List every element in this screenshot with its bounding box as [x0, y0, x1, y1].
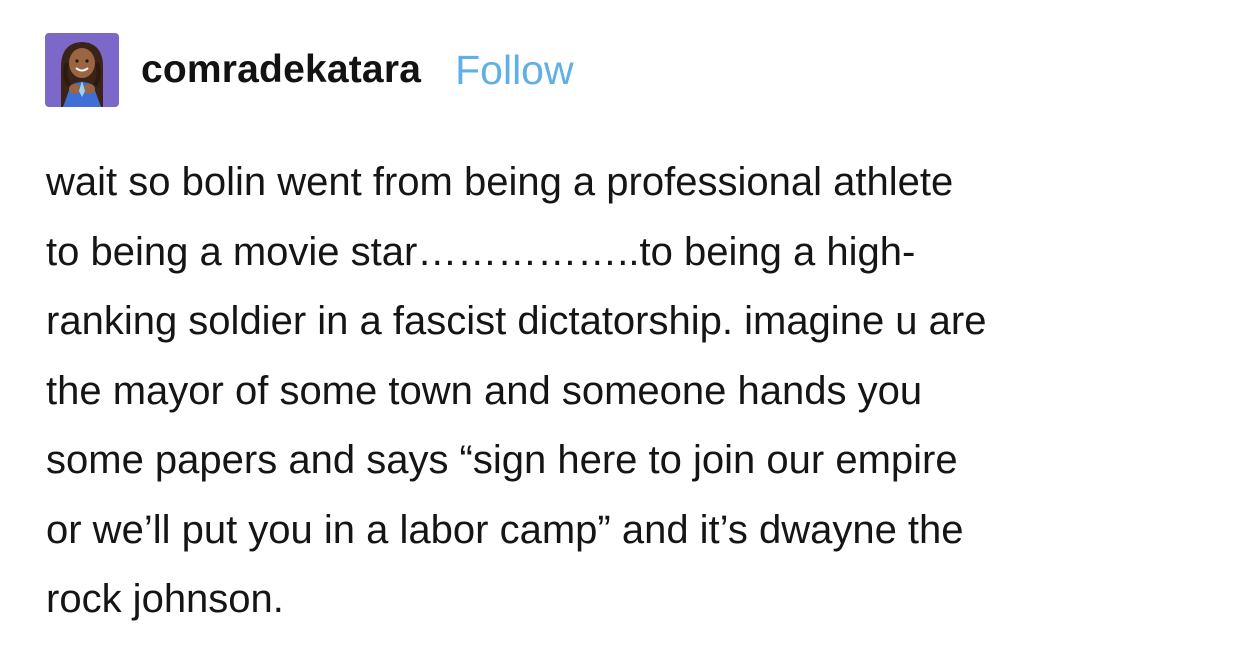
- post-text-line: or we’ll put you in a labor camp” and it…: [46, 507, 964, 552]
- follow-button[interactable]: Follow: [455, 47, 573, 94]
- post-text-line: the mayor of some town and someone hands…: [46, 368, 923, 413]
- post-text-line: wait so bolin went from being a professi…: [46, 160, 954, 204]
- username-link[interactable]: comradekatara: [141, 48, 421, 92]
- post-header: comradekatara Follow: [45, 33, 574, 107]
- post-text-line: to being a movie star……………..to being a h…: [46, 229, 916, 274]
- post-text-line: some papers and says “sign here to join …: [46, 438, 958, 482]
- post-text-line: ranking soldier in a fascist dictatorshi…: [46, 299, 987, 343]
- user-avatar-icon[interactable]: [45, 33, 119, 107]
- post-text-line: rock johnson.: [46, 577, 284, 621]
- post-body: wait so bolin went from being a professi…: [46, 148, 1216, 635]
